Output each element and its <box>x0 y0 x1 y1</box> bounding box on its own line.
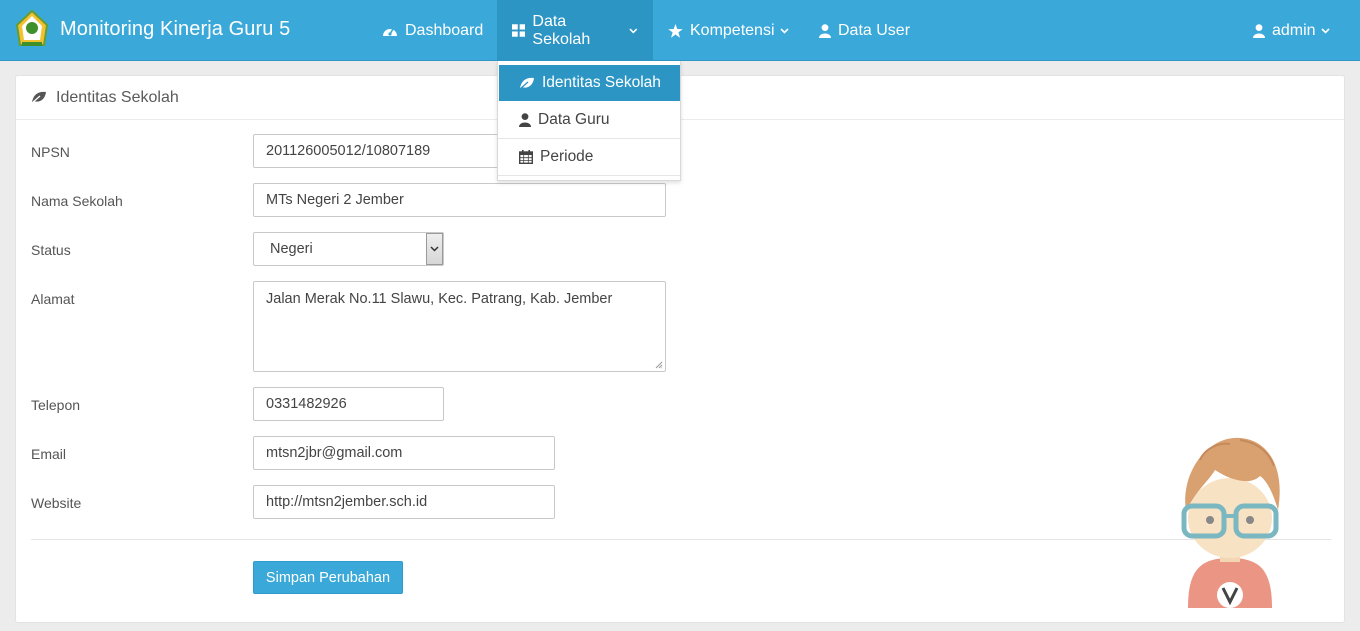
data-sekolah-dropdown: Identitas Sekolah Data Guru Periode <box>497 61 681 181</box>
npsn-label: NPSN <box>31 144 70 160</box>
select-arrow[interactable] <box>426 233 443 265</box>
dropdown-item-label: Periode <box>540 148 594 165</box>
nav-data-sekolah-label: Data Sekolah <box>532 12 591 48</box>
email-input[interactable]: mtsn2jbr@gmail.com <box>253 436 555 470</box>
website-value: http://mtsn2jember.sch.id <box>266 494 428 510</box>
user-icon <box>1253 23 1265 38</box>
leaf-icon <box>519 77 534 89</box>
app-title: Monitoring Kinerja Guru 5 <box>60 17 291 40</box>
nav-dashboard-label: Dashboard <box>405 21 484 39</box>
telepon-input[interactable]: 0331482926 <box>253 387 444 421</box>
website-label: Website <box>31 495 82 511</box>
status-select[interactable]: Negeri <box>253 232 444 266</box>
logo-icon <box>15 9 49 46</box>
dropdown-item-data-guru[interactable]: Data Guru <box>499 102 680 138</box>
mascot-illustration <box>1181 437 1280 608</box>
status-value: Negeri <box>270 241 313 257</box>
telepon-label: Telepon <box>31 397 81 413</box>
nav-data-sekolah[interactable]: Data Sekolah <box>497 0 653 61</box>
npsn-value: 201126005012/10807189 <box>266 143 431 159</box>
brand[interactable]: Monitoring Kinerja Guru 5 <box>14 9 290 49</box>
alamat-label: Alamat <box>31 291 75 307</box>
nav-dashboard[interactable]: Dashboard <box>367 0 498 61</box>
dashboard-icon <box>383 28 397 36</box>
dropdown-divider <box>498 175 680 176</box>
status-label: Status <box>31 242 71 258</box>
alamat-textarea[interactable]: Jalan Merak No.11 Slawu, Kec. Patrang, K… <box>253 281 666 372</box>
grid-icon <box>512 24 526 37</box>
chevron-down-icon <box>430 246 439 252</box>
nama-sekolah-value: MTs Negeri 2 Jember <box>266 192 404 208</box>
nama-sekolah-input[interactable]: MTs Negeri 2 Jember <box>253 183 666 217</box>
dropdown-item-label: Data Guru <box>538 111 610 128</box>
dropdown-item-periode[interactable]: Periode <box>499 139 680 175</box>
website-input[interactable]: http://mtsn2jember.sch.id <box>253 485 555 519</box>
resize-handle-icon[interactable] <box>655 361 663 369</box>
star-icon <box>668 23 683 38</box>
telepon-value: 0331482926 <box>266 396 347 412</box>
user-icon <box>819 23 831 38</box>
top-navbar: Monitoring Kinerja Guru 5 Dashboard Data… <box>0 0 1360 61</box>
dropdown-item-identitas-sekolah[interactable]: Identitas Sekolah <box>499 65 680 101</box>
chevron-down-icon <box>629 28 638 34</box>
form-divider <box>31 539 1331 540</box>
simpan-perubahan-button[interactable]: Simpan Perubahan <box>253 561 403 594</box>
chevron-down-icon <box>1321 27 1330 34</box>
user-menu[interactable]: admin <box>1238 0 1345 61</box>
user-menu-label: admin <box>1272 21 1316 39</box>
leaf-icon <box>31 91 46 104</box>
calendar-icon <box>519 150 533 164</box>
simpan-perubahan-label: Simpan Perubahan <box>265 569 391 586</box>
nav-data-user-label: Data User <box>838 21 911 39</box>
chevron-down-icon <box>779 27 789 34</box>
user-icon <box>519 113 531 127</box>
nama-sekolah-label: Nama Sekolah <box>31 193 123 209</box>
dropdown-item-label: Identitas Sekolah <box>542 74 661 91</box>
alamat-value: Jalan Merak No.11 Slawu, Kec. Patrang, K… <box>266 291 613 307</box>
panel-title: Identitas Sekolah <box>56 88 179 106</box>
nav-kompetensi[interactable]: Kompetensi <box>653 0 804 61</box>
email-value: mtsn2jbr@gmail.com <box>266 445 403 461</box>
nav-kompetensi-label: Kompetensi <box>690 21 775 39</box>
email-label: Email <box>31 446 67 462</box>
nav-data-user[interactable]: Data User <box>804 0 925 61</box>
